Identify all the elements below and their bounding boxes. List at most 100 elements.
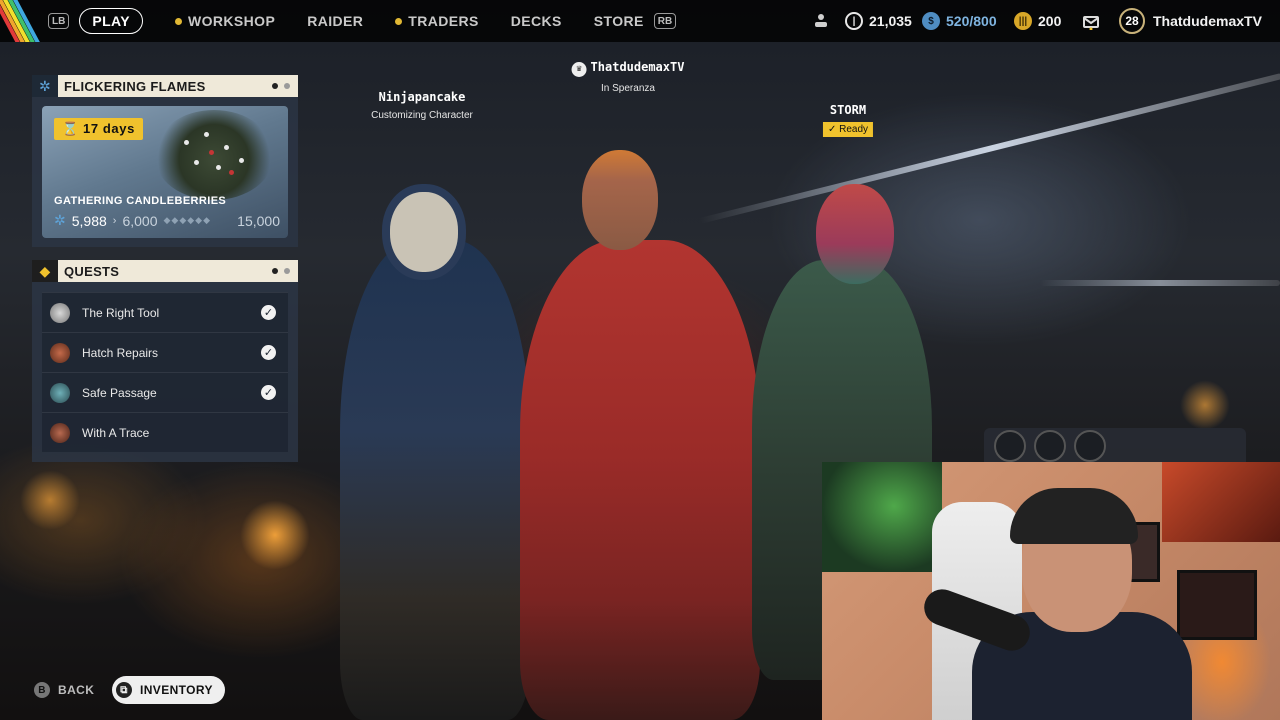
streamer-webcam	[822, 462, 1280, 720]
tab-traders[interactable]: TRADERS	[395, 13, 478, 29]
event-progress: ✲ 5,988 › 6,000 ◆◆◆◆◆◆ 15,000	[54, 212, 280, 229]
tab-raider-label: RAIDER	[307, 13, 364, 29]
mail-icon	[1083, 16, 1099, 30]
party-member-tag: STORM ✓ Ready	[822, 103, 874, 137]
event-pager[interactable]	[272, 83, 290, 89]
party-slot-icon[interactable]	[994, 430, 1026, 462]
wall-poster	[1177, 570, 1257, 640]
notification-dot-icon	[395, 17, 403, 25]
party-icon	[815, 14, 827, 27]
brand-stripe-icon	[0, 0, 42, 42]
stash-value: 520/800	[946, 13, 997, 29]
mail-icon-button[interactable]	[1082, 0, 1100, 42]
tab-workshop-label: WORKSHOP	[188, 13, 276, 29]
tab-decks-label: DECKS	[510, 13, 562, 29]
player-profile[interactable]: 28 ThatdudemaxTV	[1119, 0, 1262, 42]
party-icon-button[interactable]	[812, 0, 830, 42]
quest-label: The Right Tool	[82, 305, 160, 320]
hourglass-icon: ⌛	[62, 121, 79, 136]
quest-item[interactable]: The Right Tool ✓	[42, 292, 288, 332]
credits-icon: |||	[1014, 12, 1032, 30]
tab-workshop[interactable]: WORKSHOP	[175, 13, 275, 29]
party-member-tag: Ninjapancake Customizing Character	[371, 90, 473, 121]
party-slot-icon[interactable]	[1074, 430, 1106, 462]
party-member-name: ♛ ThatdudemaxTV	[571, 60, 684, 77]
inventory-label: INVENTORY	[140, 683, 213, 697]
time-remaining: 17 days	[83, 121, 135, 136]
party-member-name: Ninjapancake	[378, 90, 466, 104]
tab-decks[interactable]: DECKS	[511, 13, 562, 29]
tab-store-label: STORE	[593, 13, 644, 29]
checkmark-icon: ✓	[261, 385, 276, 400]
tab-traders-label: TRADERS	[408, 13, 479, 29]
candleberry-bush-image	[154, 110, 274, 200]
notification-dot-icon	[175, 17, 182, 25]
quest-giver-avatar	[50, 422, 70, 443]
lb-button-hint: LB	[48, 13, 70, 29]
progress-next: 6,000	[122, 212, 158, 229]
quest-item[interactable]: Hatch Repairs ✓	[42, 332, 288, 372]
wall-poster	[1162, 462, 1280, 542]
quests-title: QUESTS	[64, 263, 120, 279]
character-ninjapancake-head	[382, 184, 466, 280]
event-title: FLICKERING FLAMES	[64, 78, 206, 94]
tab-store[interactable]: STORE	[594, 13, 644, 29]
quests-pager[interactable]	[272, 268, 290, 274]
rb-button-hint: RB	[653, 13, 677, 29]
ready-label: Ready	[839, 124, 869, 135]
gear-icon: ✲	[54, 212, 66, 228]
checkmark-icon: ✓	[261, 345, 276, 360]
tab-play-label: PLAY	[92, 13, 130, 29]
level-badge: 28	[1119, 8, 1145, 34]
main-nav: LB PLAY WORKSHOP RAIDER TRADERS DECKS ST…	[48, 0, 677, 42]
stash-counter: $ 520/800	[922, 0, 997, 42]
party-invite-tray	[984, 428, 1246, 464]
username: ThatdudemaxTV	[1153, 13, 1262, 29]
gear-icon: ✲	[32, 75, 58, 97]
inventory-button[interactable]: ⧉ INVENTORY	[112, 676, 225, 704]
quest-item[interactable]: With A Trace	[42, 412, 288, 452]
crown-icon: ♛	[571, 62, 587, 77]
b-button-icon: B	[34, 682, 50, 698]
progress-current: 5,988	[71, 212, 107, 229]
character-storm-head	[816, 184, 894, 284]
streamer-cap	[1010, 488, 1138, 544]
quest-label: Safe Passage	[82, 385, 157, 400]
quests-header: ◆ QUESTS	[32, 260, 298, 282]
event-objective: GATHERING CANDLEBERRIES	[54, 195, 227, 207]
character-thatdudemaxtv-head	[582, 150, 658, 250]
back-button[interactable]: B BACK	[34, 676, 94, 704]
party-member-status: Customizing Character	[371, 110, 473, 121]
party-slot-icon[interactable]	[1034, 430, 1066, 462]
lantern-glow	[20, 470, 80, 530]
progress-max: 15,000	[237, 212, 280, 229]
quest-giver-avatar	[50, 342, 70, 363]
coins-value: 21,035	[869, 13, 912, 29]
top-nav-bar: LB PLAY WORKSHOP RAIDER TRADERS DECKS ST…	[0, 0, 1280, 42]
back-label: BACK	[58, 683, 95, 697]
party-member-name: STORM	[829, 103, 867, 117]
event-card[interactable]: ⌛ 17 days GATHERING CANDLEBERRIES ✲ 5,98…	[42, 106, 288, 238]
quest-diamond-icon: ◆	[32, 260, 58, 282]
ready-badge: ✓ Ready	[822, 122, 874, 137]
light-rafter	[699, 72, 1280, 224]
chevron-right-icon: ›	[112, 214, 117, 227]
credits-value: 200	[1038, 13, 1062, 29]
stash-icon: $	[922, 12, 940, 30]
quest-giver-avatar	[50, 382, 70, 403]
coin-icon: |	[845, 12, 863, 30]
tab-raider[interactable]: RAIDER	[307, 13, 363, 29]
progress-track: ◆◆◆◆◆◆	[163, 215, 212, 225]
quest-giver-avatar	[50, 302, 70, 323]
tab-play[interactable]: PLAY	[79, 8, 143, 34]
character-ninjapancake	[340, 240, 530, 720]
time-remaining-badge: ⌛ 17 days	[54, 118, 143, 140]
quest-label: With A Trace	[82, 425, 150, 440]
party-member-status: In Speranza	[601, 83, 655, 94]
party-member-tag: ♛ ThatdudemaxTV In Speranza	[571, 60, 684, 94]
lantern-glow	[240, 500, 310, 570]
quest-item[interactable]: Safe Passage ✓	[42, 372, 288, 412]
coins-counter: | 21,035	[845, 0, 912, 42]
event-header: ✲ FLICKERING FLAMES	[32, 75, 298, 97]
checkmark-icon: ✓	[827, 124, 837, 135]
